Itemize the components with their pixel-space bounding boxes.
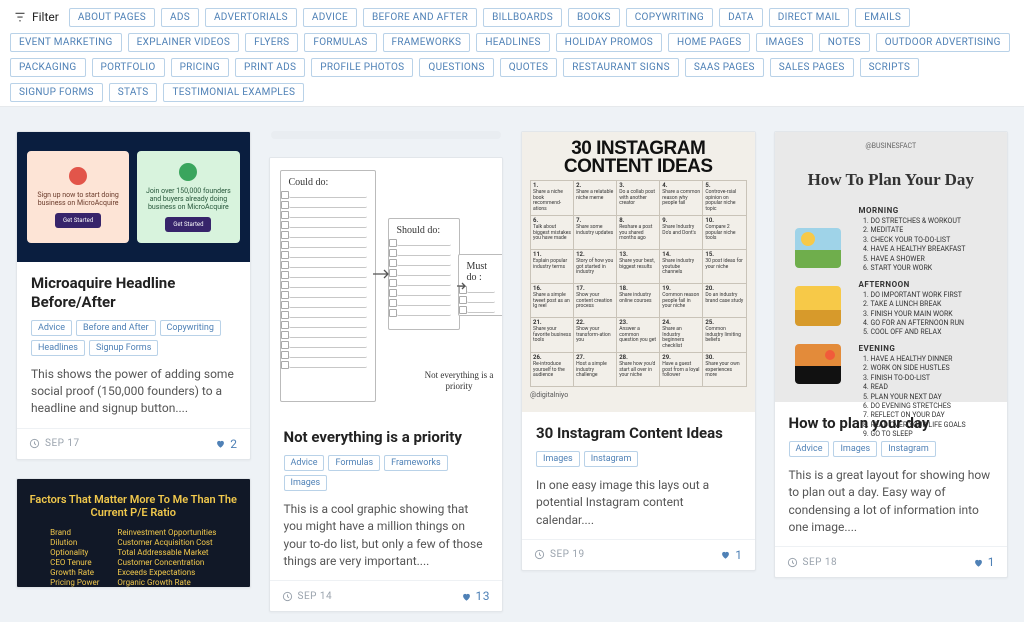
filter-bar: Filter ABOUT PAGES ADS ADVERTORIALS ADVICE B…	[0, 0, 1024, 107]
card-excerpt: This is a cool graphic showing that you …	[284, 501, 489, 571]
filter-tag[interactable]: ABOUT PAGES	[69, 8, 155, 27]
filter-tag[interactable]: PACKAGING	[10, 58, 86, 77]
card-plan-day[interactable]: @BUSINESFACT How To Plan Your Day MORNIN…	[774, 131, 1009, 578]
chip[interactable]: Before and After	[76, 320, 156, 336]
filter-tag[interactable]: QUESTIONS	[419, 58, 493, 77]
card-excerpt: This is a great layout for showing how t…	[789, 467, 994, 537]
filter-tag[interactable]: QUOTES	[500, 58, 558, 77]
filter-tag[interactable]: PROFILE PHOTOS	[311, 58, 413, 77]
filter-tag[interactable]: EMAILS	[855, 8, 910, 27]
filter-tag[interactable]: PRINT ADS	[235, 58, 305, 77]
card-grid: Sign up now to start doing business on M…	[0, 107, 1024, 622]
card-date: SEP 17	[29, 438, 80, 449]
dark-heading: Factors That Matter More To Me Than The …	[29, 493, 238, 521]
filter-tag[interactable]: BEFORE AND AFTER	[363, 8, 477, 27]
filter-tag[interactable]: COPYWRITING	[626, 8, 713, 27]
like-button[interactable]: 1	[973, 555, 995, 569]
filter-tag[interactable]: FRAMEWORKS	[383, 33, 471, 52]
filter-tag[interactable]: HOME PAGES	[668, 33, 750, 52]
filter-tag[interactable]: ADVICE	[303, 8, 357, 27]
filter-tag[interactable]: TESTIMONIAL EXAMPLES	[163, 83, 304, 102]
card-title[interactable]: Not everything is a priority	[284, 428, 489, 447]
like-button[interactable]: 2	[215, 437, 237, 451]
filter-tag[interactable]: HOLIDAY PROMOS	[556, 33, 662, 52]
chip[interactable]: Instagram	[584, 451, 639, 467]
filter-tag[interactable]: NOTES	[819, 33, 870, 52]
filter-tag[interactable]: HEADLINES	[476, 33, 549, 52]
chip[interactable]: Advice	[284, 455, 325, 471]
like-button[interactable]: 13	[461, 589, 491, 603]
filter-tag[interactable]: DATA	[719, 8, 763, 27]
card-excerpt: In one easy image this lays out a potent…	[536, 477, 741, 529]
filter-tag[interactable]: SIGNUP FORMS	[10, 83, 103, 102]
filter-tag[interactable]: ADS	[161, 8, 199, 27]
card-chips: AdviceFormulasFrameworks Images	[284, 455, 489, 491]
card-chips: ImagesInstagram	[536, 451, 741, 467]
card-thumb: Could do: Should do: Must do : Not every…	[270, 158, 503, 416]
filter-tag[interactable]: STATS	[109, 83, 158, 102]
chip[interactable]: Instagram	[881, 441, 936, 457]
chip[interactable]: Images	[284, 475, 328, 491]
filter-lead: Filter	[10, 8, 63, 26]
filter-label: Filter	[32, 10, 59, 24]
chip[interactable]: Advice	[31, 320, 72, 336]
filter-tag[interactable]: DIRECT MAIL	[769, 8, 850, 27]
filter-tag[interactable]: SALES PAGES	[770, 58, 854, 77]
card-title[interactable]: Microaquire Headline Before/After	[31, 274, 236, 312]
filter-tag[interactable]: SAAS PAGES	[685, 58, 764, 77]
chip[interactable]: Images	[833, 441, 877, 457]
filter-tag[interactable]: FORMULAS	[304, 33, 376, 52]
like-button[interactable]: 1	[720, 548, 742, 562]
filter-icon	[14, 11, 26, 23]
chip[interactable]: Frameworks	[384, 455, 447, 471]
chip[interactable]: Copywriting	[160, 320, 221, 336]
card-instagram-ideas[interactable]: 30 INSTAGRAM CONTENT IDEAS 1.Share a nic…	[521, 131, 756, 571]
chip[interactable]: Advice	[789, 441, 830, 457]
card-chips: AdviceBefore and AfterCopywriting Headlin…	[31, 320, 236, 356]
filter-tag[interactable]: RESTAURANT SIGNS	[563, 58, 679, 77]
card-excerpt: This shows the power of adding some soci…	[31, 366, 236, 418]
filter-tag[interactable]: EXPLAINER VIDEOS	[128, 33, 239, 52]
filter-tag[interactable]: PRICING	[171, 58, 229, 77]
card-priority[interactable]: Could do: Should do: Must do : Not every…	[269, 157, 504, 612]
card-thumb: 30 INSTAGRAM CONTENT IDEAS 1.Share a nic…	[522, 132, 755, 412]
filter-tag[interactable]: ADVERTORIALS	[205, 8, 297, 27]
card-thumb: @BUSINESFACT How To Plan Your Day MORNIN…	[775, 132, 1008, 402]
filter-tag[interactable]: OUTDOOR ADVERTISING	[876, 33, 1010, 52]
card-pe-ratio[interactable]: Factors That Matter More To Me Than The …	[16, 478, 251, 588]
filter-tag[interactable]: SCRIPTS	[860, 58, 920, 77]
card-thumb: Factors That Matter More To Me Than The …	[17, 479, 250, 587]
card-date: SEP 19	[534, 549, 585, 560]
card-date: SEP 14	[282, 591, 333, 602]
loading-bar	[271, 131, 502, 139]
filter-tag[interactable]: EVENT MARKETING	[10, 33, 122, 52]
filter-tag[interactable]: BILLBOARDS	[483, 8, 562, 27]
filter-tag[interactable]: IMAGES	[756, 33, 812, 52]
chip[interactable]: Images	[536, 451, 580, 467]
chip[interactable]: Signup Forms	[89, 340, 158, 356]
filter-tag[interactable]: BOOKS	[568, 8, 620, 27]
card-date: SEP 18	[787, 557, 838, 568]
card-microacquire[interactable]: Sign up now to start doing business on M…	[16, 131, 251, 460]
card-title[interactable]: 30 Instagram Content Ideas	[536, 424, 741, 443]
chip[interactable]: Headlines	[31, 340, 85, 356]
card-thumb: Sign up now to start doing business on M…	[17, 132, 250, 262]
filter-tag[interactable]: FLYERS	[245, 33, 298, 52]
filter-tag[interactable]: PORTFOLIO	[92, 58, 165, 77]
chip[interactable]: Formulas	[328, 455, 380, 471]
